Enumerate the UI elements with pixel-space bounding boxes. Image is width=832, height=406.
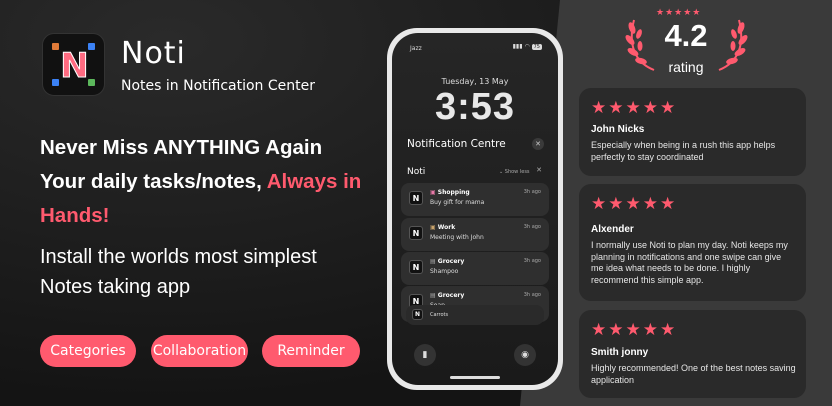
app-icon: N <box>42 33 105 96</box>
notification-category-label: Shopping <box>437 189 470 196</box>
review-card: ★★★★★ John Nicks Especially when being i… <box>579 88 806 176</box>
reminder-pill[interactable]: Reminder <box>262 335 360 367</box>
review-text: Highly recommended! One of the best note… <box>591 363 796 385</box>
app-subtitle: Notes in Notification Center <box>121 78 315 94</box>
collaboration-pill[interactable]: Collaboration <box>151 335 248 367</box>
close-icon[interactable]: ✕ <box>532 138 544 150</box>
notification-time: 3h ago <box>523 224 541 230</box>
battery-icon: 75 <box>531 44 542 50</box>
tagline: Install the worlds most simplest Notes t… <box>40 246 317 298</box>
notification-category: ▣ Work <box>430 224 455 231</box>
notification-category: ▣ Shopping <box>430 189 470 196</box>
signal-icon: ▮▮▮ <box>512 43 523 50</box>
cart-icon: ▤ <box>430 292 436 299</box>
phone-mockup: Jazz ▮▮▮ ◠ 75 Tuesday, 13 May 3:53 Notif… <box>387 28 563 390</box>
reviewer-name: Alxender <box>591 224 634 235</box>
rating-label: rating <box>668 59 704 75</box>
notification-body: Meeting with John <box>430 234 484 241</box>
app-icon-small: N <box>409 260 423 274</box>
app-icon-letter: N <box>60 45 89 86</box>
rating-stars: ★★★★★ <box>656 8 702 18</box>
reviewer-name: John Nicks <box>591 124 645 135</box>
camera-icon[interactable]: ◉ <box>514 344 536 366</box>
app-icon-small: N <box>409 226 423 240</box>
notification-category-label: Grocery <box>437 258 465 265</box>
show-less-label: Show less <box>504 169 530 175</box>
cart-icon: ▤ <box>430 258 436 265</box>
home-indicator <box>450 376 500 379</box>
notification-body: Shampoo <box>430 268 459 275</box>
headline: Never Miss ANYTHING Again Your daily tas… <box>40 131 380 233</box>
app-icon-small: N <box>412 309 423 320</box>
notification-group-title: Noti <box>407 167 426 177</box>
notification-category-label: Grocery <box>437 292 465 299</box>
categories-pill[interactable]: Categories <box>40 335 136 367</box>
notification-card[interactable]: N ▣ Shopping Buy gift for mama 3h ago <box>401 183 549 216</box>
notification-time: 3h ago <box>523 258 541 264</box>
phone-lock-screen: Jazz ▮▮▮ ◠ 75 Tuesday, 13 May 3:53 Notif… <box>392 33 558 385</box>
review-text: Especially when being in a rush this app… <box>591 140 776 162</box>
notification-category: ▤ Grocery <box>430 292 464 299</box>
flashlight-icon[interactable]: ▮ <box>414 344 436 366</box>
review-text: I normally use Noti to plan my day. Noti… <box>591 240 788 285</box>
show-less-button[interactable]: ⌄ Show less <box>499 169 530 175</box>
headline-line-2: Your daily tasks/notes, Always in Hands! <box>40 165 380 233</box>
notification-body: Carrots <box>430 312 449 318</box>
carrier-label: Jazz <box>410 45 422 52</box>
app-icon-small: N <box>409 191 423 205</box>
wifi-icon: ◠ <box>524 43 530 50</box>
lock-time: 3:53 <box>434 86 516 128</box>
notification-centre-title: Notification Centre <box>407 138 506 150</box>
review-card: ★★★★★ Smith jonny Highly recommended! On… <box>579 310 806 398</box>
rating-value: 4.2 <box>664 18 708 53</box>
notification-time: 3h ago <box>523 189 541 195</box>
review-stars: ★★★★★ <box>591 194 678 214</box>
headline-line-1: Never Miss ANYTHING Again <box>40 136 323 159</box>
notification-card[interactable]: N ▣ Work Meeting with John 3h ago <box>401 218 549 251</box>
notification-body: Buy gift for mama <box>430 199 485 206</box>
notification-category: ▤ Grocery <box>430 258 464 265</box>
notification-card[interactable]: N ▤ Grocery Shampoo 3h ago <box>401 252 549 285</box>
notification-card-stacked[interactable]: N Carrots <box>406 305 544 325</box>
headline-plain: Your daily tasks/notes, <box>40 170 267 193</box>
status-bar-icons: ▮▮▮ ◠ 75 <box>513 43 542 50</box>
briefcase-icon: ▣ <box>430 224 436 231</box>
app-title: Noti <box>121 36 186 71</box>
notification-time: 3h ago <box>523 292 541 298</box>
clear-group-icon[interactable]: ✕ <box>536 166 542 174</box>
review-card: ★★★★★ Alxender I normally use Noti to pl… <box>579 184 806 301</box>
lock-date: Tuesday, 13 May <box>441 77 509 86</box>
shopping-bag-icon: ▣ <box>430 189 436 196</box>
review-stars: ★★★★★ <box>591 320 678 340</box>
notification-category-label: Work <box>437 224 456 231</box>
review-stars: ★★★★★ <box>591 98 678 118</box>
reviewer-name: Smith jonny <box>591 347 649 358</box>
